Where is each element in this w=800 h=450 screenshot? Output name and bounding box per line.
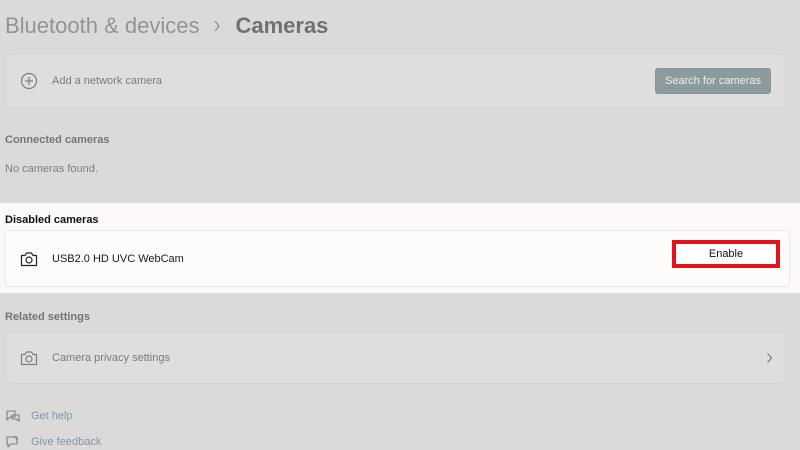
disabled-cameras-section: Disabled cameras USB2.0 HD UVC WebCam En…	[0, 203, 800, 293]
get-help-label: Get help	[31, 410, 73, 422]
give-feedback-label: Give feedback	[31, 436, 102, 448]
camera-privacy-settings-label: Camera privacy settings	[52, 352, 170, 364]
disabled-camera-row: USB2.0 HD UVC WebCam Enable	[5, 230, 790, 287]
feedback-icon	[5, 434, 21, 450]
camera-icon	[19, 348, 39, 368]
plus-circle-icon	[19, 71, 39, 91]
connected-cameras-heading: Connected cameras	[5, 134, 110, 146]
get-help-link[interactable]: Get help	[5, 408, 73, 424]
camera-name: USB2.0 HD UVC WebCam	[52, 252, 184, 265]
add-network-camera-label: Add a network camera	[52, 74, 163, 87]
breadcrumb: Bluetooth & devices Cameras	[5, 10, 328, 42]
chevron-right-icon	[213, 20, 221, 32]
search-for-cameras-button[interactable]: Search for cameras	[655, 67, 771, 94]
disabled-cameras-heading: Disabled cameras	[5, 214, 99, 226]
give-feedback-link[interactable]: Give feedback	[5, 434, 101, 450]
add-network-camera-row[interactable]: Add a network camera Search for cameras	[5, 53, 786, 108]
breadcrumb-parent[interactable]: Bluetooth & devices	[5, 13, 199, 39]
enable-camera-button[interactable]: Enable	[672, 240, 780, 268]
camera-privacy-settings-row[interactable]: Camera privacy settings	[5, 332, 786, 384]
camera-icon	[19, 249, 39, 269]
page-title: Cameras	[235, 13, 329, 38]
help-icon	[5, 408, 21, 424]
chevron-right-icon	[766, 353, 773, 364]
related-settings-heading: Related settings	[5, 311, 90, 323]
no-cameras-text: No cameras found.	[5, 163, 98, 175]
